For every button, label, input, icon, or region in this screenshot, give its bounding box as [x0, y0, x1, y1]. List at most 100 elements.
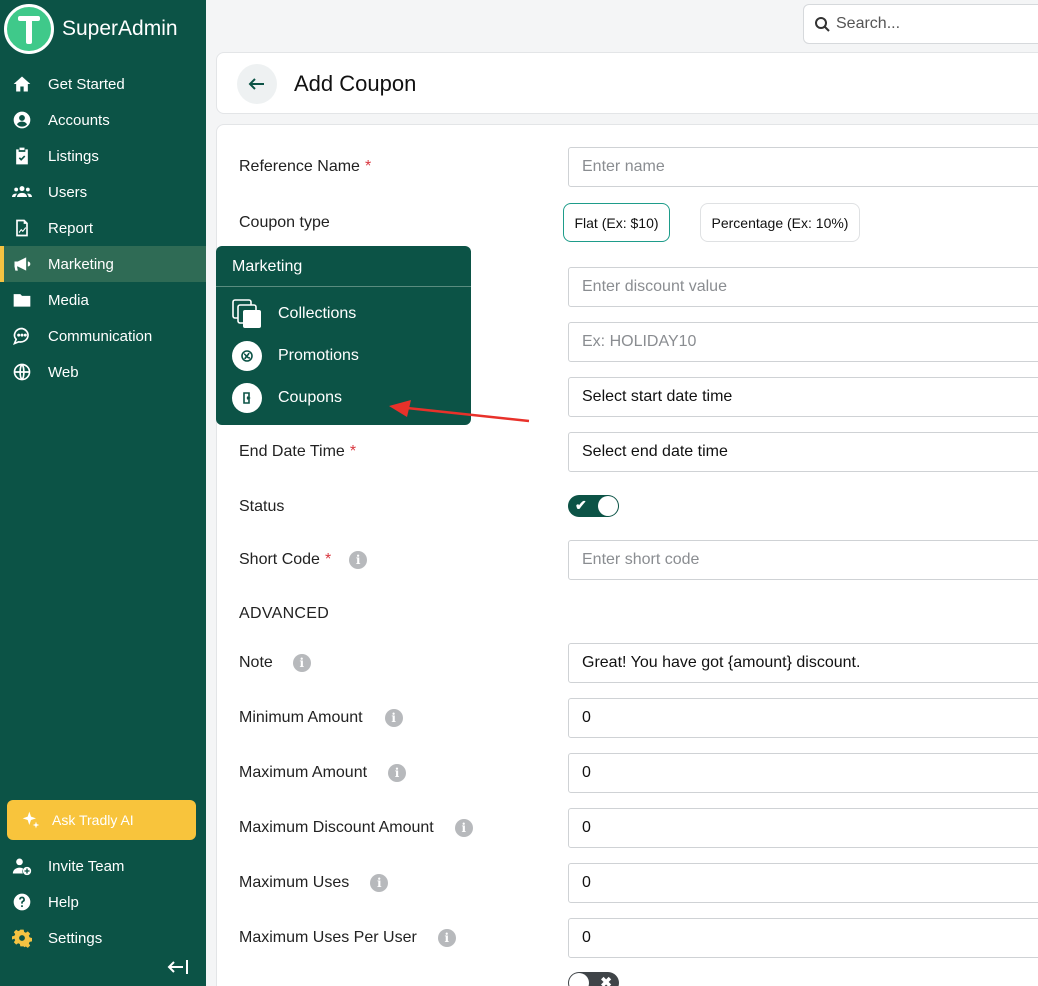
coupon-type-flat-button[interactable]: Flat (Ex: $10) [563, 203, 670, 242]
home-icon [11, 73, 33, 95]
sidebar-item-accounts[interactable]: Accounts [0, 102, 206, 138]
coupon-type-label: Coupon type [239, 214, 330, 232]
ask-ai-button[interactable]: Ask Tradly AI [7, 800, 196, 840]
sidebar-item-label: Listings [48, 147, 99, 165]
search-icon [815, 17, 830, 32]
toggle-knob [598, 496, 618, 516]
maximum-discount-amount-label-text: Maximum Discount Amount [239, 819, 434, 836]
sidebar-item-report[interactable]: Report [0, 210, 206, 246]
minimum-amount-label-text: Minimum Amount [239, 709, 363, 726]
maximum-amount-field[interactable] [568, 753, 1038, 793]
report-icon [11, 217, 33, 239]
globe-icon [11, 361, 33, 383]
sidebar-item-communication[interactable]: Communication [0, 318, 206, 354]
reference-name-input[interactable] [582, 158, 1038, 176]
sidebar-item-label: Communication [48, 327, 153, 345]
maximum-amount-input[interactable] [582, 764, 1038, 782]
user-plus-icon [11, 855, 33, 877]
search-box[interactable] [803, 4, 1038, 44]
maximum-discount-amount-label: Maximum Discount Amount i [239, 819, 473, 837]
discount-value-field[interactable] [568, 267, 1038, 307]
flyout-item-label: Promotions [278, 347, 359, 364]
start-date-picker[interactable]: Select start date time [568, 377, 1038, 417]
extra-toggle[interactable]: ✖ [568, 972, 619, 986]
sidebar-item-label: Accounts [48, 111, 110, 129]
maximum-uses-per-user-input[interactable] [582, 929, 1038, 947]
info-icon[interactable]: i [370, 874, 389, 892]
coupon-code-field[interactable] [568, 322, 1038, 362]
note-input[interactable] [582, 654, 1038, 672]
sparkle-icon [22, 811, 40, 829]
sidebar: SuperAdmin Get Started Accounts Listings… [0, 0, 206, 986]
required-marker: * [324, 551, 332, 568]
folder-icon [11, 289, 33, 311]
sidebar-item-get-started[interactable]: Get Started [0, 66, 206, 102]
info-icon[interactable]: i [437, 929, 456, 947]
minimum-amount-field[interactable] [568, 698, 1038, 738]
maximum-discount-amount-input[interactable] [582, 819, 1038, 837]
maximum-uses-label-text: Maximum Uses [239, 874, 350, 891]
back-button[interactable] [237, 64, 277, 104]
sidebar-item-invite-team[interactable]: Invite Team [0, 848, 206, 884]
sidebar-item-label: Web [48, 363, 79, 381]
info-icon[interactable]: i [384, 709, 403, 727]
end-date-value: Select end date time [582, 443, 728, 460]
discount-value-input[interactable] [582, 278, 1038, 296]
end-date-label: End Date Time * [239, 443, 356, 461]
coupon-icon [232, 383, 262, 413]
collapse-sidebar-button[interactable] [166, 956, 190, 978]
maximum-amount-label: Maximum Amount i [239, 764, 407, 782]
sidebar-item-label: Settings [48, 929, 103, 947]
gear-icon [11, 927, 33, 949]
info-icon[interactable]: i [292, 654, 311, 672]
check-icon: ✔ [575, 497, 587, 513]
sidebar-item-marketing[interactable]: Marketing [0, 246, 206, 282]
flyout-item-collections[interactable]: Collections [232, 298, 356, 330]
megaphone-icon [11, 253, 33, 275]
note-field[interactable] [568, 643, 1038, 683]
short-code-field[interactable] [568, 540, 1038, 580]
sidebar-item-label: Users [48, 183, 88, 201]
sidebar-item-media[interactable]: Media [0, 282, 206, 318]
coupon-type-percentage-button[interactable]: Percentage (Ex: 10%) [700, 203, 860, 242]
sidebar-item-users[interactable]: Users [0, 174, 206, 210]
status-label: Status [239, 498, 284, 516]
search-input[interactable] [836, 15, 1036, 33]
sidebar-item-help[interactable]: Help [0, 884, 206, 920]
collapse-icon [167, 960, 188, 974]
maximum-uses-input[interactable] [582, 874, 1038, 892]
sidebar-item-listings[interactable]: Listings [0, 138, 206, 174]
help-icon [11, 891, 33, 913]
brand-logo-icon [4, 4, 54, 54]
advanced-heading: ADVANCED [239, 605, 330, 622]
coupon-code-input[interactable] [582, 333, 1038, 351]
maximum-uses-per-user-label-text: Maximum Uses Per User [239, 929, 417, 946]
reference-name-field[interactable] [568, 147, 1038, 187]
minimum-amount-label: Minimum Amount i [239, 709, 403, 727]
maximum-discount-amount-field[interactable] [568, 808, 1038, 848]
short-code-label: Short Code * i [239, 551, 368, 569]
sidebar-item-settings[interactable]: Settings [0, 920, 206, 956]
info-icon[interactable]: i [388, 764, 407, 782]
sidebar-item-web[interactable]: Web [0, 354, 206, 390]
maximum-uses-field[interactable] [568, 863, 1038, 903]
flyout-item-promotions[interactable]: Promotions [232, 340, 359, 372]
start-date-value: Select start date time [582, 388, 733, 405]
status-label-text: Status [239, 498, 285, 515]
page-title: Add Coupon [294, 71, 417, 96]
end-date-picker[interactable]: Select end date time [568, 432, 1038, 472]
info-icon[interactable]: i [454, 819, 473, 837]
brand[interactable]: SuperAdmin [4, 4, 178, 54]
minimum-amount-input[interactable] [582, 709, 1038, 727]
status-toggle[interactable]: ✔ [568, 495, 619, 517]
info-icon[interactable]: i [349, 551, 368, 569]
sidebar-item-label: Marketing [48, 255, 114, 273]
divider [216, 286, 471, 287]
maximum-amount-label-text: Maximum Amount [239, 764, 368, 781]
page-header: Add Coupon [216, 52, 1038, 114]
short-code-input[interactable] [582, 551, 1038, 569]
maximum-uses-per-user-field[interactable] [568, 918, 1038, 958]
sidebar-item-label: Help [48, 893, 79, 911]
ask-ai-label: Ask Tradly AI [52, 812, 134, 828]
flyout-item-coupons[interactable]: Coupons [232, 382, 342, 414]
